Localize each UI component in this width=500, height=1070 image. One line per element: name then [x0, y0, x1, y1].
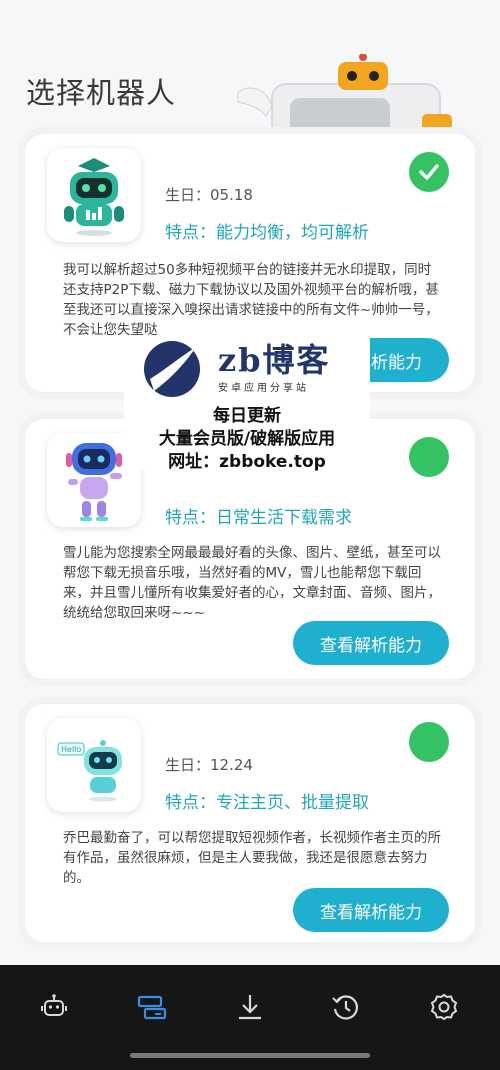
robot-description: 雪儿能为您搜索全网最最最好看的头像、图片、壁纸，甚至可以帮您下载无损音乐哦，当然… [63, 545, 441, 621]
nav-tasks-icon[interactable] [132, 987, 172, 1027]
watermark-line: 网址：zbboke.top [168, 452, 326, 472]
selected-check-icon[interactable] [409, 152, 449, 192]
zb-logo-icon [144, 341, 200, 397]
watermark-line: 每日更新 [213, 406, 281, 426]
robot-description: 乔巴最勤奋了，可以帮您提取短视频作者，长视频作者主页的所有作品，虽然很麻烦，但是… [63, 830, 441, 886]
robot-card[interactable]: Hello 生日：12.24 特点：专注主页、批量提取 乔巴最勤奋了，可以帮您提… [24, 703, 476, 943]
select-indicator-icon[interactable] [409, 437, 449, 477]
nav-settings-icon[interactable] [424, 987, 464, 1027]
home-indicator[interactable] [130, 1053, 370, 1058]
watermark-subtitle: 安卓应用分享站 [218, 383, 309, 394]
robot-feature: 特点：能力均衡，均可解析 [165, 223, 369, 243]
hello-robot-icon: Hello [57, 740, 122, 802]
bottom-navigation [0, 965, 500, 1070]
select-indicator-icon[interactable] [409, 722, 449, 762]
robot-birthday: 生日：05.18 [165, 186, 253, 204]
watermark-line: 大量会员版/破解版应用 [158, 429, 336, 449]
nav-download-icon[interactable] [230, 987, 270, 1027]
svg-text:Hello: Hello [61, 745, 81, 754]
nav-history-icon[interactable] [326, 987, 366, 1027]
page-title: 选择机器人 [26, 76, 177, 110]
robot-avatar: Hello [47, 718, 141, 812]
robot-feature: 特点：日常生活下载需求 [165, 508, 352, 528]
robot-feature: 特点：专注主页、批量提取 [165, 793, 369, 813]
blue-robot-icon [66, 443, 122, 521]
green-robot-icon [64, 158, 124, 236]
watermark-overlay: zb博客 安卓应用分享站 每日更新 大量会员版/破解版应用 网址：zbboke.… [124, 335, 370, 472]
view-analysis-button[interactable]: 查看解析能力 [293, 888, 449, 932]
robot-description: 我可以解析超过50多种短视频平台的链接并无水印提取，同时还支持P2P下载、磁力下… [63, 262, 439, 338]
nav-robot-icon[interactable] [34, 987, 74, 1027]
watermark-brand: zb博客 [218, 341, 331, 379]
robot-birthday: 生日：12.24 [165, 756, 253, 774]
robot-avatar [47, 148, 141, 242]
view-analysis-button[interactable]: 查看解析能力 [293, 621, 449, 665]
